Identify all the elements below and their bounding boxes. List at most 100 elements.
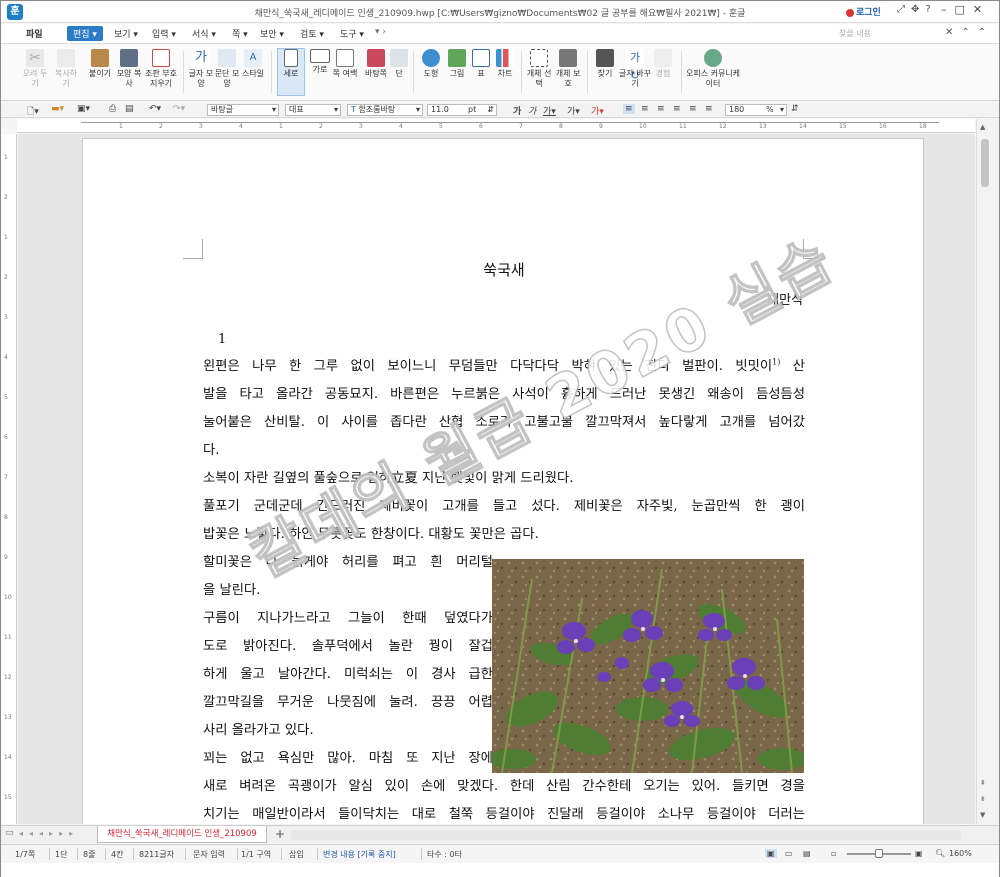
maximize-button[interactable]: □ xyxy=(955,3,973,16)
align-split-button[interactable]: ≡ xyxy=(705,104,713,114)
align-right-button[interactable]: ≡ xyxy=(673,104,681,114)
object-select-button[interactable]: 개체 선택 xyxy=(525,49,553,89)
scroll-thumb[interactable] xyxy=(981,139,989,187)
menu-more-icon[interactable]: ▾ › xyxy=(375,27,386,37)
undo-icon[interactable]: ↶▾ xyxy=(149,104,161,114)
horizontal-ruler[interactable]: 1234 1234 5678 9 10 11 12 13 14 15 16 18 xyxy=(17,119,975,133)
paste-button[interactable]: 붙이기 xyxy=(86,49,114,79)
font-size-input[interactable]: 11.0 pt ⇵ xyxy=(427,104,497,116)
find-button[interactable]: 찾기 xyxy=(591,49,619,79)
zoom-out-icon[interactable]: ▫ xyxy=(831,849,836,858)
cut-button[interactable]: ✂ 오려 두기 xyxy=(21,49,49,89)
replace-button[interactable]: 가↻ 글자 바꾸기 xyxy=(619,49,651,89)
preview-icon[interactable]: ▤ xyxy=(125,104,134,114)
landscape-button[interactable]: 가로 xyxy=(306,49,334,75)
format-bar: 🗋▾ ▬▾ ▣▾ ⎙ ▤ ↶▾ ↷▾ 바탕글 ▾ 대표 ▾ T 함초롬바탕 ▾ 11.… xyxy=(1,102,999,118)
minimize-button[interactable]: – xyxy=(941,3,955,16)
tab-list-icon[interactable]: ▭ xyxy=(5,828,14,838)
italic-button[interactable]: 가 xyxy=(528,104,536,117)
para-shape-button[interactable]: 문단 모양 xyxy=(213,49,241,89)
print-icon[interactable]: ⎙ xyxy=(109,104,116,114)
status-page[interactable]: 1/7쪽 xyxy=(15,849,35,860)
body-line: 할미꽃은 다 늙게야 허리를 펴고 흰 머리털 xyxy=(203,555,493,570)
menu-view[interactable]: 보기 ▾ xyxy=(114,27,138,40)
status-insert-mode[interactable]: 삽입 xyxy=(289,849,304,860)
menu-review[interactable]: 검토 ▾ xyxy=(300,27,324,40)
document-page[interactable]: 쑥국새 채만식 1 왼편은 나무 한 그루 없이 보이느니 무덤들만 다닥다닥 … xyxy=(82,138,924,824)
vertical-scrollbar[interactable]: ▲ ⇞ ⇟ ▼ xyxy=(976,119,999,824)
object-protect-button[interactable]: 개체 보호 xyxy=(554,49,582,89)
new-doc-icon[interactable]: 🗋▾ xyxy=(27,104,39,120)
margin-button[interactable]: 쪽 여백 xyxy=(331,49,359,79)
zoom-input[interactable]: 180% ▾ xyxy=(725,104,787,116)
scroll-down-icon[interactable]: ▼ xyxy=(980,811,985,819)
warning-button[interactable]: 경험 xyxy=(649,49,677,79)
pin-ribbon-icon[interactable]: ⌃ xyxy=(978,27,994,38)
add-tab-icon[interactable]: + xyxy=(275,827,285,841)
clear-format-button[interactable]: 조판 부호 지우기 xyxy=(144,49,178,89)
menu-edit[interactable]: 편집 ▾ xyxy=(67,26,103,41)
close-button[interactable]: ✕ xyxy=(973,3,990,16)
style-button[interactable]: A 스타일 xyxy=(239,49,267,79)
menu-page[interactable]: 쪽 ▾ xyxy=(232,27,248,40)
page-down-icon[interactable]: ⇟ xyxy=(980,795,986,803)
portrait-button[interactable]: 세로 xyxy=(277,48,305,96)
menu-file[interactable]: 파일 xyxy=(26,27,43,40)
columns-icon xyxy=(390,49,408,67)
zoom-stepper-icon[interactable]: ⇵ xyxy=(791,104,799,114)
status-input-mode[interactable]: 문자 입력 xyxy=(193,849,225,860)
login-button[interactable]: 로그인 xyxy=(846,5,881,18)
shape-button[interactable]: 도형 xyxy=(417,49,445,79)
underline-button[interactable]: 가▾ xyxy=(543,104,556,117)
status-zoom[interactable]: 160% xyxy=(949,849,972,858)
language-select[interactable]: 대표 ▾ xyxy=(285,104,341,116)
close-doc-icon[interactable]: ✕ xyxy=(945,27,961,38)
magnifier-icon[interactable]: 🔍︎ xyxy=(935,849,945,858)
tab-document[interactable]: 채만식_쑥국새_레디메이드 인생_210909 xyxy=(97,826,267,843)
fullscreen-icon[interactable]: ⤢ xyxy=(897,4,911,15)
redo-icon[interactable]: ↷▾ xyxy=(173,104,185,114)
menu-security[interactable]: 보안 ▾ xyxy=(260,27,284,40)
status-track-changes[interactable]: 변경 내용 [기록 중지] xyxy=(323,849,396,860)
align-center-button[interactable]: ≡ xyxy=(657,104,665,114)
style-select[interactable]: 바탕글 ▾ xyxy=(207,104,279,116)
tab-navigation-icons[interactable]: ◂◂◂▸▸▸ xyxy=(19,829,79,838)
outline-view-icon[interactable]: ▤ xyxy=(803,849,811,858)
document-area[interactable]: 쑥국새 채만식 1 왼편은 나무 한 그루 없이 보이느니 무덤들만 다닥다닥 … xyxy=(18,134,975,824)
vertical-ruler[interactable]: 1212 3456 7 8 9 10 11 12 13 14 15 xyxy=(1,134,17,824)
bold-button[interactable]: 가 xyxy=(513,104,521,117)
save-icon[interactable]: ▣▾ xyxy=(77,104,90,114)
columns-button[interactable]: 단 xyxy=(385,49,413,79)
menu-insert[interactable]: 입력 ▾ xyxy=(152,27,176,40)
menu-tools[interactable]: 도구 ▾ xyxy=(340,27,364,40)
zoom-in-icon[interactable]: ▣ xyxy=(915,849,923,858)
align-justify-button[interactable]: ≡ xyxy=(623,104,635,114)
scroll-up-icon[interactable]: ▲ xyxy=(980,123,985,131)
copy-button[interactable]: 복사하기 xyxy=(52,49,80,89)
open-folder-icon[interactable]: ▬▾ xyxy=(51,104,64,114)
horizontal-scrollbar[interactable] xyxy=(291,830,961,840)
chart-button[interactable]: 차트 xyxy=(491,49,519,79)
search-input[interactable]: 찾을 내용 xyxy=(839,28,871,39)
help-icon[interactable]: ? xyxy=(925,4,936,15)
office-communicator-button[interactable]: 오피스 커뮤니케이터 xyxy=(685,49,741,89)
margin-mark xyxy=(183,239,203,259)
eraser-icon xyxy=(152,49,170,67)
collapse-ribbon-icon[interactable]: ⌃ xyxy=(961,27,977,38)
char-shape-button[interactable]: 가 글자 모양 xyxy=(187,49,215,89)
pin-icon[interactable]: ✥ xyxy=(911,4,925,15)
user-icon xyxy=(846,8,854,17)
align-distribute-button[interactable]: ≡ xyxy=(689,104,697,114)
format-copy-button[interactable]: 모양 복사 xyxy=(115,49,143,89)
zoom-slider-thumb[interactable] xyxy=(875,849,883,858)
page-up-icon[interactable]: ⇞ xyxy=(980,779,986,787)
web-view-icon[interactable]: ▭ xyxy=(785,849,793,858)
violet-flowers-photo[interactable] xyxy=(492,559,804,773)
font-select[interactable]: T 함초롬바탕 ▾ xyxy=(347,104,423,116)
strike-button[interactable]: 가▾ xyxy=(567,104,580,117)
menu-bar: 파일 편집 ▾ 보기 ▾ 입력 ▾ 서식 ▾ 쪽 ▾ 보안 ▾ 검토 ▾ 도구 … xyxy=(1,24,999,44)
align-left-button[interactable]: ≡ xyxy=(641,104,649,114)
normal-view-icon[interactable]: ▣ xyxy=(765,849,777,858)
font-color-button[interactable]: 가▾ xyxy=(591,104,604,117)
menu-format[interactable]: 서식 ▾ xyxy=(192,27,216,40)
